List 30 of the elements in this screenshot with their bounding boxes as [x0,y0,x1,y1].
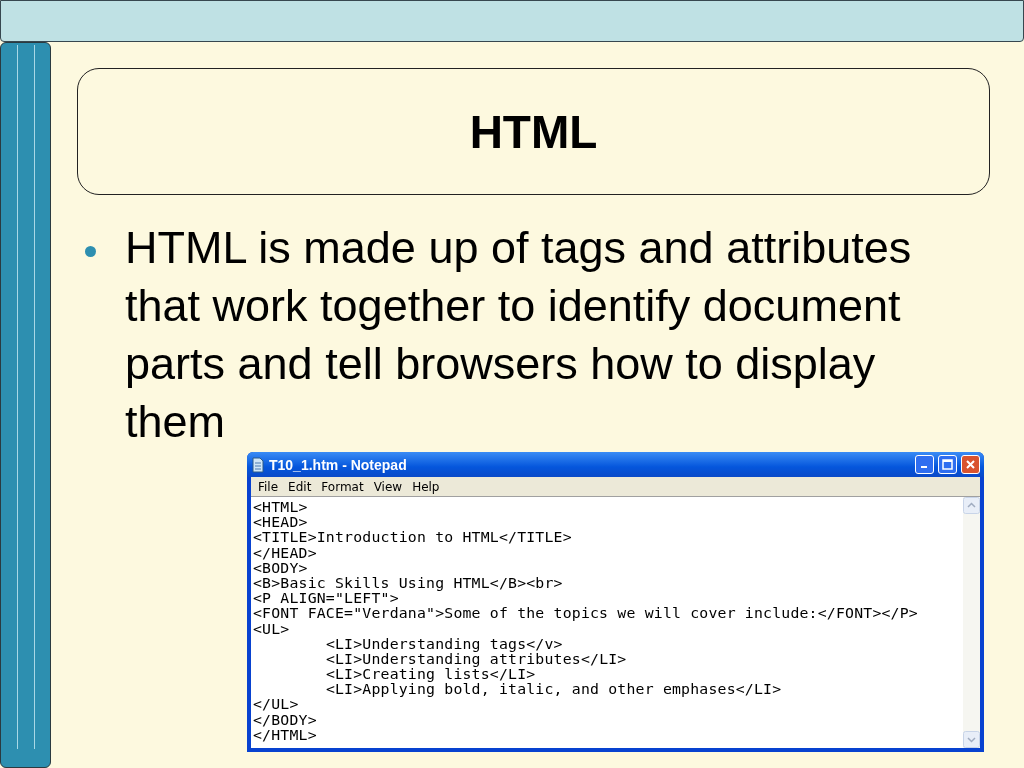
close-button[interactable] [961,455,980,474]
minimize-button[interactable] [915,455,934,474]
code-line: <LI>Understanding attributes</LI> [324,650,628,667]
code-line: <HTML> [253,499,309,515]
menu-item[interactable]: View [368,479,408,494]
code-line: <BODY> [253,559,308,575]
code-line: <FONT FACE="Verdana">Some of the topics we will cover include:</FONT></P> [253,605,919,621]
menu-item[interactable]: File [253,479,284,494]
code-line: <P ALIGN="LEFT"> [253,590,399,606]
close-icon [965,459,976,470]
code-line: </UL> [253,696,300,712]
code-line: <LI>Understanding tags</v> [324,635,563,651]
menu-item[interactable]: Format [316,479,369,494]
code-line: </BODY> [253,711,318,727]
bullet-dot [85,246,96,257]
code-line: <B>Basic Skills Using HTML</B><br> [253,574,564,591]
window-title: T10_1.htm - Notepad [269,456,408,473]
code-line: <LI>Creating lists</LI> [324,666,536,682]
code-line: <TITLE>Introduction to HTML</TITLE> [253,529,573,545]
notepad-icon [251,456,265,473]
menu-item[interactable]: Help [407,479,445,494]
code-line: <HEAD> [253,514,309,530]
code-line: </HEAD> [253,544,318,560]
code-line: <UL> [253,620,291,636]
code-line: </HTML> [253,726,318,742]
bullet-text: HTML is made up of tags and attributes that work together to identify document parts and tell browsers how to display them [125,221,913,449]
maximize-button[interactable] [938,455,957,474]
slide-title: HTML [469,104,598,159]
menu-item[interactable]: Edit [283,479,317,494]
maximize-icon [942,459,953,470]
